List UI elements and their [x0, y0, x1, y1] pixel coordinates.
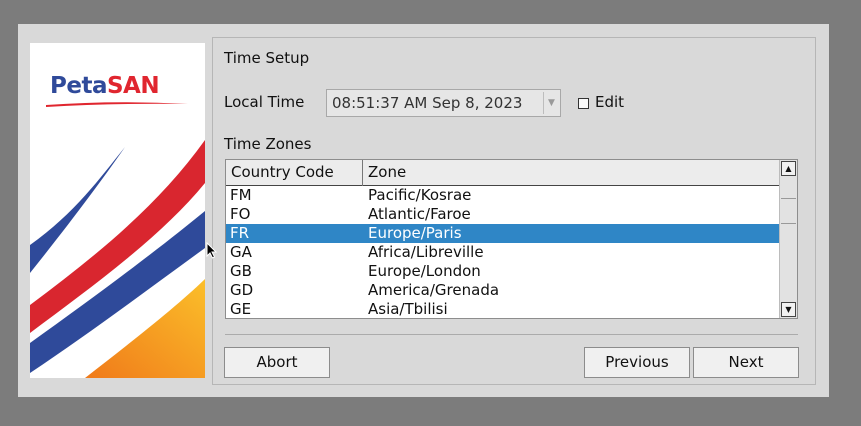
time-zones-label: Time Zones [224, 135, 312, 153]
cell-country-code: FO [230, 205, 251, 223]
table-row-selected[interactable]: FR Europe/Paris [226, 224, 780, 243]
previous-button[interactable]: Previous [584, 347, 690, 378]
wizard-dialog: PetaSAN Time Setup Local Time 08:51:37 A… [18, 24, 829, 397]
scroll-up-icon[interactable]: ▲ [781, 161, 796, 176]
chevron-down-icon: ▼ [543, 92, 559, 114]
table-row[interactable]: FO Atlantic/Faroe [226, 205, 780, 224]
page-title: Time Setup [224, 49, 310, 67]
edit-label[interactable]: Edit [595, 93, 624, 111]
table-row[interactable]: GB Europe/London [226, 262, 780, 281]
time-setup-panel: Time Setup Local Time 08:51:37 AM Sep 8,… [212, 37, 816, 385]
cell-zone: America/Grenada [368, 281, 500, 299]
table-row[interactable]: GE Asia/Tbilisi [226, 300, 780, 318]
column-header-country-code[interactable]: Country Code [226, 160, 363, 186]
cell-zone: Africa/Libreville [368, 243, 484, 261]
scrollbar-thumb[interactable] [781, 198, 796, 224]
table-row[interactable]: FM Pacific/Kosrae [226, 186, 780, 205]
cell-country-code: GD [230, 281, 254, 299]
cell-zone: Asia/Tbilisi [368, 300, 448, 318]
local-time-label: Local Time [224, 93, 305, 111]
cell-country-code: GA [230, 243, 252, 261]
time-zones-table[interactable]: Country Code Zone FM Pacific/Kosrae FO A… [225, 159, 798, 319]
divider [225, 334, 798, 335]
abort-button[interactable]: Abort [224, 347, 330, 378]
logo-text-san: SAN [106, 73, 160, 99]
table-row[interactable]: GD America/Grenada [226, 281, 780, 300]
cell-zone: Europe/London [368, 262, 481, 280]
mouse-pointer-icon [206, 242, 218, 259]
cell-zone: Europe/Paris [368, 224, 462, 242]
petasan-logo-panel: PetaSAN [30, 43, 205, 378]
scroll-down-icon[interactable]: ▼ [781, 302, 796, 317]
logo-text-peta: Peta [50, 73, 107, 99]
table-row[interactable]: GA Africa/Libreville [226, 243, 780, 262]
cell-country-code: FM [230, 186, 252, 204]
cell-country-code: FR [230, 224, 250, 242]
column-header-zone[interactable]: Zone [363, 160, 780, 186]
next-button[interactable]: Next [693, 347, 799, 378]
cell-country-code: GE [230, 300, 252, 318]
edit-checkbox[interactable] [578, 98, 589, 109]
table-body: FM Pacific/Kosrae FO Atlantic/Faroe FR E… [226, 186, 780, 318]
logo-swoosh [46, 102, 188, 107]
cell-zone: Atlantic/Faroe [368, 205, 471, 223]
petasan-logo-text: PetaSAN [50, 73, 160, 99]
cell-zone: Pacific/Kosrae [368, 186, 472, 204]
local-time-value: 08:51:37 AM Sep 8, 2023 [332, 94, 523, 112]
vertical-scrollbar[interactable]: ▲ ▼ [779, 160, 797, 318]
cell-country-code: GB [230, 262, 252, 280]
local-time-field: 08:51:37 AM Sep 8, 2023 ▼ [326, 89, 561, 117]
table-header: Country Code Zone [226, 160, 780, 186]
